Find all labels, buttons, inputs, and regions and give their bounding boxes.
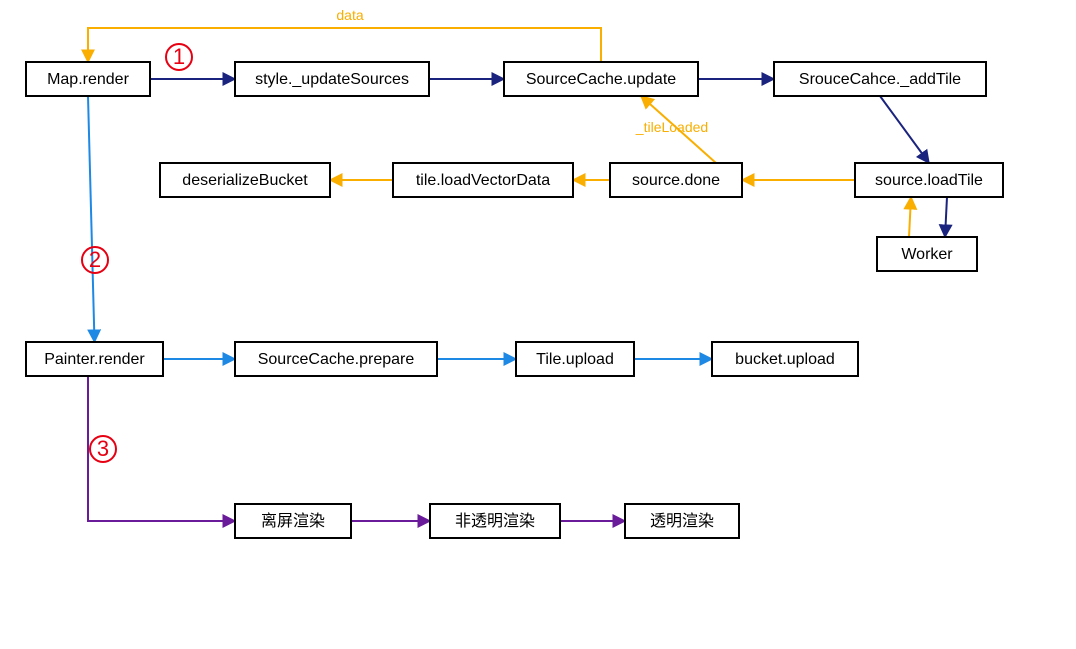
node-label-worker: Worker [901,246,953,263]
node-label-painter_render: Painter.render [44,351,145,368]
step-number-step1: 1 [173,44,185,69]
step-number-step3: 3 [97,436,109,461]
node-source_cache_update: SourceCache.update [504,62,698,96]
node-label-update_sources: style._updateSources [255,71,409,88]
edge-data-feedback [88,28,601,62]
node-bucket_upload: bucket.upload [712,342,858,376]
node-label-source_cache_update: SourceCache.update [526,71,676,88]
step-step1: 1 [166,44,192,70]
node-label-bucket_upload: bucket.upload [735,351,835,368]
node-label-offscreen: 离屏渲染 [261,512,325,530]
node-worker: Worker [877,237,977,271]
node-label-prepare: SourceCache.prepare [258,351,415,368]
node-load_vector: tile.loadVectorData [393,163,573,197]
node-prepare: SourceCache.prepare [235,342,437,376]
edge-label-data: data [336,7,363,23]
node-map_render: Map.render [26,62,150,96]
node-tile_upload: Tile.upload [516,342,634,376]
edge-source_load_tile-worker [945,197,947,237]
node-label-load_vector: tile.loadVectorData [416,172,550,189]
edge-label-tile_loaded: _tileLoaded [635,119,708,135]
node-label-translucent: 透明渲染 [650,512,714,530]
node-translucent: 透明渲染 [625,504,739,538]
edge-worker-source_load_tile [909,197,911,237]
edge-painter-to-offscreen [88,376,235,521]
node-label-tile_upload: Tile.upload [536,351,614,368]
node-offscreen: 离屏渲染 [235,504,351,538]
node-opaque: 非透明渲染 [430,504,560,538]
step-number-step2: 2 [89,247,101,272]
step-step2: 2 [82,247,108,273]
edge-add_tile-source_load_tile [880,96,929,163]
node-add_tile: SrouceCahce._addTile [774,62,986,96]
node-update_sources: style._updateSources [235,62,429,96]
node-painter_render: Painter.render [26,342,163,376]
node-label-source_done: source.done [632,172,720,189]
flow-diagram: data _tileLoaded Map.render style._updateSo… [0,0,1076,649]
edge-map_render-painter_render [88,96,95,342]
node-label-add_tile: SrouceCahce._addTile [799,71,961,88]
step-step3: 3 [90,436,116,462]
node-source_load_tile: source.loadTile [855,163,1003,197]
node-source_done: source.done [610,163,742,197]
node-label-map_render: Map.render [47,71,129,88]
node-label-opaque: 非透明渲染 [455,512,535,530]
node-label-deserialize: deserializeBucket [182,172,308,189]
node-deserialize: deserializeBucket [160,163,330,197]
node-label-source_load_tile: source.loadTile [875,172,983,189]
